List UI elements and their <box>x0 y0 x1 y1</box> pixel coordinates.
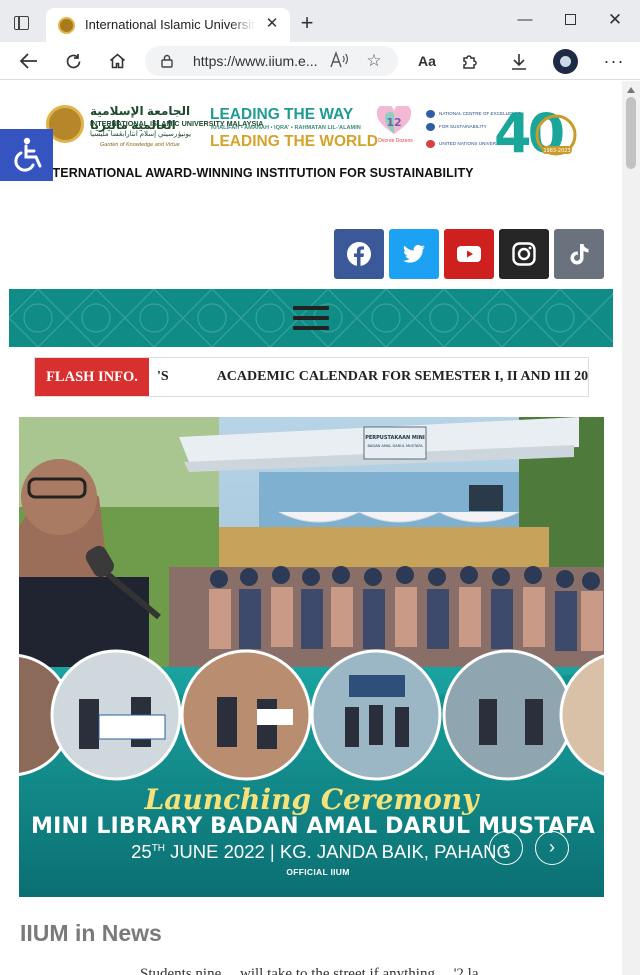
accessibility-button[interactable] <box>0 129 53 181</box>
uni-name-jawi: يونيۏرسيتي إسلام انتارابڠسا مليسيا <box>90 131 192 138</box>
refresh-icon <box>66 54 80 69</box>
back-arrow-icon <box>19 53 37 69</box>
hero-title: Launching Ceremony <box>144 783 479 816</box>
carousel-next-button[interactable]: › <box>535 831 569 865</box>
svg-text:12: 12 <box>386 116 401 129</box>
uni-name-english: INTERNATIONAL ISLAMIC UNIVERSITY MALAYSI… <box>90 119 264 128</box>
home-icon <box>109 53 125 69</box>
refresh-button[interactable] <box>59 48 87 74</box>
tiktok-icon <box>570 244 589 265</box>
page-scrollbar[interactable] <box>622 81 640 975</box>
download-icon <box>512 54 526 70</box>
main-menu-bar <box>9 289 613 347</box>
youtube-button[interactable] <box>444 229 494 279</box>
leading-pillars: KHALIFAH • AMANAH • IQRA' • RAHMATAN LIL… <box>211 125 361 131</box>
close-window-button[interactable]: ✕ <box>600 8 630 32</box>
tab-close-icon[interactable]: ✕ <box>264 16 280 32</box>
hero-date: 25TH JUNE 2022 | KG. JANDA BAIK, PAHANG <box>111 841 531 865</box>
scrollbar-thumb[interactable] <box>626 97 636 169</box>
maximize-button[interactable] <box>555 8 585 32</box>
flash-info-ticker: FLASH INFO. 'S ACADEMIC CALENDAR FOR SEME… <box>34 357 589 397</box>
profile-avatar[interactable] <box>553 49 578 74</box>
active-tab[interactable]: International Islamic University M ✕ <box>46 8 290 42</box>
sign-subtext: BADAN AMAL DARUL MUSTAFA <box>367 444 423 448</box>
leading-the-world: LEADING THE WORLD <box>210 133 378 150</box>
add-favorite-icon[interactable]: ☆ <box>363 50 385 72</box>
tab-strip: International Islamic University M ✕ + —… <box>0 0 640 42</box>
browser-toolbar: https://www.iium.e... ☆ Aa ··· <box>0 42 640 80</box>
anniversary-years: 1983-2023 <box>543 148 570 154</box>
carousel-prev-button[interactable]: ‹ <box>489 831 523 865</box>
hero-date-day: 25 <box>131 841 152 862</box>
uni-motto: Garden of Knowledge and Virtue <box>100 142 180 148</box>
webpage: الجامعة الإسلامية العالمية ماليزيا INTER… <box>0 81 622 975</box>
maximize-icon <box>564 14 576 25</box>
news-article-teaser[interactable]: Students nine ... will take to the stree… <box>140 966 580 975</box>
instagram-icon <box>512 242 536 266</box>
instagram-button[interactable] <box>499 229 549 279</box>
partner-line-1: NATIONAL CENTRE OF EXCELLENCE <box>426 109 521 119</box>
puzzle-icon <box>463 55 477 69</box>
tab-title: International Islamic University M <box>85 17 255 32</box>
minimize-button[interactable]: — <box>510 8 540 32</box>
flash-info-label: FLASH INFO. <box>35 358 149 396</box>
downloads-button[interactable] <box>505 48 533 74</box>
more-menu-button[interactable]: ··· <box>600 48 628 74</box>
hero-date-sup: TH <box>151 842 166 854</box>
youtube-icon <box>457 246 481 262</box>
wheelchair-icon <box>14 137 42 172</box>
facebook-icon <box>347 242 371 266</box>
flash-ticker-text[interactable]: 'S ACADEMIC CALENDAR FOR SEMESTER I, II A… <box>157 358 588 396</box>
uni-name-arabic: الجامعة الإسلامية العالمية ماليزيا <box>90 104 191 132</box>
url-text[interactable]: https://www.iium.e... <box>193 53 323 71</box>
hamburger-menu-icon[interactable] <box>293 306 329 330</box>
leading-the-way: LEADING THE WAY <box>210 106 354 123</box>
heart-logo-icon: 12 <box>376 106 412 134</box>
anniversary-40-logo-icon: 40 1983-2023 <box>494 102 577 160</box>
scroll-up-arrow-icon[interactable] <box>627 87 635 93</box>
tab-actions-icon[interactable] <box>10 13 38 35</box>
header-banner: الجامعة الإسلامية العالمية ماليزيا INTER… <box>18 95 598 185</box>
tiktok-button[interactable] <box>554 229 604 279</box>
hero-slider[interactable]: PERPUSTAKAAN MINI BADAN AMAL DARUL MUSTA… <box>19 417 604 897</box>
partner-line-3: UNITED NATIONS UNIVERSITY <box>426 139 506 149</box>
home-button[interactable] <box>103 48 131 74</box>
sign-text: PERPUSTAKAAN MINI <box>365 435 425 441</box>
twitter-icon <box>403 244 425 263</box>
iium-favicon-icon <box>58 17 75 34</box>
twitter-button[interactable] <box>389 229 439 279</box>
news-section-heading: IIUM in News <box>20 920 162 946</box>
hero-date-rest: JUNE 2022 | KG. JANDA BAIK, PAHANG <box>165 841 511 862</box>
address-bar[interactable]: https://www.iium.e... ☆ <box>145 46 398 76</box>
tagline: AN INTERNATIONAL AWARD-WINNING INSTITUTI… <box>18 166 474 180</box>
partner-line-2: FOR SUSTAINABILITY <box>426 122 492 132</box>
ticker-prev-fragment[interactable]: 'S <box>157 358 169 396</box>
ticker-item-academic-calendar[interactable]: ACADEMIC CALENDAR FOR SEMESTER I, II AND… <box>217 369 588 384</box>
heart-caption: Decree Dozens <box>378 138 413 144</box>
extensions-button[interactable] <box>456 48 484 74</box>
lock-icon <box>161 54 173 68</box>
official-iium-handle: OFFICIAL IIUM <box>286 867 350 877</box>
read-aloud-icon[interactable] <box>329 50 351 71</box>
text-size-button[interactable]: Aa <box>413 48 441 74</box>
back-button[interactable] <box>15 48 43 74</box>
new-tab-button[interactable]: + <box>297 12 317 34</box>
facebook-button[interactable] <box>334 229 384 279</box>
